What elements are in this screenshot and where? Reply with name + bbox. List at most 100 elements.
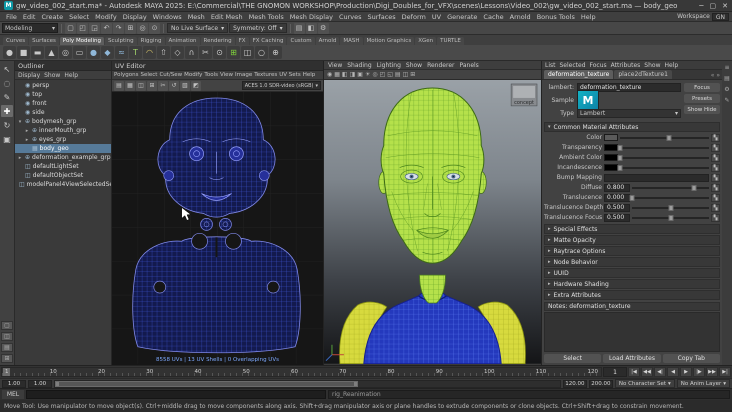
playback-button[interactable]: ▶ — [680, 367, 692, 377]
tool-button[interactable]: ↖ — [1, 63, 13, 75]
menu-item[interactable]: Create — [38, 13, 66, 21]
uv-menu-item[interactable]: Image — [235, 72, 252, 78]
shelf-tool-icon[interactable]: ● — [87, 46, 100, 59]
shelf-tab[interactable]: Rigging — [137, 37, 165, 45]
collapsed-section[interactable]: ▸ Extra Attributes — [544, 290, 720, 300]
colorspace-dropdown[interactable]: ACES 1.0 SDR-video (sRGB) ▾ — [241, 81, 321, 90]
shelf-tab[interactable]: FX Caching — [249, 37, 287, 45]
sidebar-toggle-icon[interactable]: ⚙ — [724, 86, 729, 93]
attribute-editor-side-button[interactable]: Show Hide — [684, 105, 720, 114]
shelf-tab[interactable]: Custom — [287, 37, 315, 45]
status-line-icon[interactable]: ⚙ — [317, 22, 329, 34]
outliner-item[interactable]: ▸ ⊕ eyes_grp — [15, 135, 111, 144]
outliner-item[interactable]: ◫ modelPanel4ViewSelectedSet — [15, 180, 111, 189]
material-type-dropdown[interactable]: Lambert ▾ — [577, 109, 681, 118]
expand-arrow[interactable]: ▸ — [17, 155, 23, 161]
uv-toolbar-icon[interactable]: ◫ — [136, 80, 146, 91]
viewport-toolbar-icon[interactable]: ◉ — [327, 71, 332, 78]
attribute-slider[interactable] — [629, 194, 709, 202]
shelf-tab[interactable]: TURTLE — [437, 37, 464, 45]
uv-menu-item[interactable]: View — [220, 72, 233, 78]
section-expand-arrow[interactable]: ▸ — [548, 237, 551, 243]
playback-button[interactable]: ◀◀ — [641, 367, 653, 377]
viewport-canvas[interactable]: concept — [324, 80, 541, 365]
menu-item[interactable]: Edit — [20, 13, 39, 21]
attribute-value-field[interactable]: 0.800 — [604, 183, 630, 192]
viewport-toolbar-icon[interactable]: ▦ — [334, 71, 340, 78]
section-expand-arrow[interactable]: ▾ — [548, 124, 551, 130]
window-control-button[interactable]: ✕ — [722, 2, 728, 10]
uv-menu-item[interactable]: Tools — [204, 72, 218, 78]
menu-item[interactable]: Modify — [92, 13, 120, 21]
shelf-tab[interactable]: Motion Graphics — [363, 37, 415, 45]
outliner-menu-item[interactable]: Display — [18, 72, 40, 79]
viewport-menu-item[interactable]: Shading — [347, 62, 371, 69]
attribute-slider[interactable] — [632, 204, 709, 212]
symmetry-dropdown[interactable]: Symmetry: Off ▾ — [229, 23, 287, 33]
layout-button[interactable]: ⊞ — [1, 354, 13, 363]
attribute-slider[interactable] — [632, 214, 709, 222]
anim-layer-dropdown[interactable]: No Anim Layer ▾ — [676, 379, 730, 388]
status-line-icon[interactable]: ▤ — [293, 22, 305, 34]
expand-arrow[interactable]: ▸ — [24, 128, 30, 134]
section-expand-arrow[interactable]: ▸ — [548, 281, 551, 287]
attribute-slider[interactable] — [617, 154, 709, 162]
status-line-icon[interactable]: ↷ — [113, 22, 124, 34]
viewport-menu-item[interactable]: Panels — [459, 62, 478, 69]
menu-item[interactable]: File — [3, 13, 20, 21]
uv-menu-item[interactable]: Select — [140, 72, 157, 78]
texture-map-button[interactable]: ▚ — [711, 163, 720, 172]
tool-button[interactable]: ▣ — [1, 133, 13, 145]
collapsed-section[interactable]: ▸ Matte Opacity — [544, 235, 720, 245]
texture-map-button[interactable]: ▚ — [711, 203, 720, 212]
shelf-tool-icon[interactable]: ⊞ — [227, 46, 240, 59]
section-expand-arrow[interactable]: ▸ — [548, 259, 551, 265]
collapsed-section[interactable]: ▸ UUID — [544, 268, 720, 278]
slider-handle[interactable] — [691, 184, 697, 191]
shelf-tab[interactable]: FX — [235, 37, 249, 45]
shelf-tool-icon[interactable]: ≈ — [115, 46, 128, 59]
slider-handle[interactable] — [629, 194, 635, 201]
viewport-toolbar-icon[interactable]: ◨ — [350, 71, 356, 78]
viewport-toolbar-icon[interactable]: ◫ — [403, 71, 409, 78]
viewport-toolbar-icon[interactable]: ◧ — [342, 71, 348, 78]
menu-item[interactable]: Generate — [444, 13, 480, 21]
attribute-value-field[interactable]: 0.500 — [604, 203, 630, 212]
shelf-tool-icon[interactable]: ● — [3, 46, 16, 59]
status-line-icon[interactable]: ◲ — [89, 22, 100, 34]
uv-menu-item[interactable]: UV Sets — [279, 72, 300, 78]
outliner-item[interactable]: ◉ persp — [15, 81, 111, 90]
workspace-value[interactable]: GN — [711, 12, 729, 21]
menu-item[interactable]: Display — [120, 13, 150, 21]
texture-map-button[interactable]: ▚ — [711, 193, 720, 202]
viewport-menu-item[interactable]: Lighting — [377, 62, 401, 69]
character-set-dropdown[interactable]: No Character Set ▾ — [614, 379, 675, 388]
section-expand-arrow[interactable]: ▸ — [548, 226, 551, 232]
window-control-button[interactable]: ─ — [699, 2, 703, 10]
attribute-editor-menu-item[interactable]: Focus — [590, 62, 607, 69]
collapsed-section[interactable]: ▸ Special Effects — [544, 224, 720, 234]
uv-toolbar-icon[interactable]: ▧ — [180, 80, 190, 91]
menu-item[interactable]: Deform — [399, 13, 429, 21]
status-line-icon[interactable]: ⊞ — [125, 22, 136, 34]
shelf-tab[interactable]: Curves — [3, 37, 29, 45]
shelf-tool-icon[interactable]: ◇ — [171, 46, 184, 59]
uv-canvas[interactable]: 8558 UVs | 13 UV Shells | 0 Overlapping … — [112, 92, 323, 365]
status-line-icon[interactable]: ↶ — [101, 22, 112, 34]
attribute-editor-button[interactable]: Load Attributes — [603, 354, 661, 363]
outliner-menu-item[interactable]: Show — [44, 72, 60, 79]
shelf-tool-icon[interactable]: ○ — [255, 46, 268, 59]
color-swatch[interactable] — [604, 164, 618, 171]
viewport-toolbar-icon[interactable]: ◱ — [387, 71, 393, 78]
outliner-menu-item[interactable]: Help — [64, 72, 78, 79]
range-start-field[interactable]: 1.00 — [28, 379, 52, 388]
status-line-icon[interactable]: ▢ — [65, 22, 76, 34]
status-line-icon[interactable]: ◎ — [137, 22, 148, 34]
viewport-toolbar-icon[interactable]: ▤ — [395, 71, 401, 78]
menu-item[interactable]: Surfaces — [365, 13, 399, 21]
uv-menu-item[interactable]: Help — [303, 72, 316, 78]
range-slider-bar[interactable] — [55, 380, 358, 387]
layout-button[interactable]: ▢ — [1, 321, 13, 330]
texture-map-button[interactable]: ▚ — [711, 213, 720, 222]
tool-button[interactable]: ✎ — [1, 91, 13, 103]
